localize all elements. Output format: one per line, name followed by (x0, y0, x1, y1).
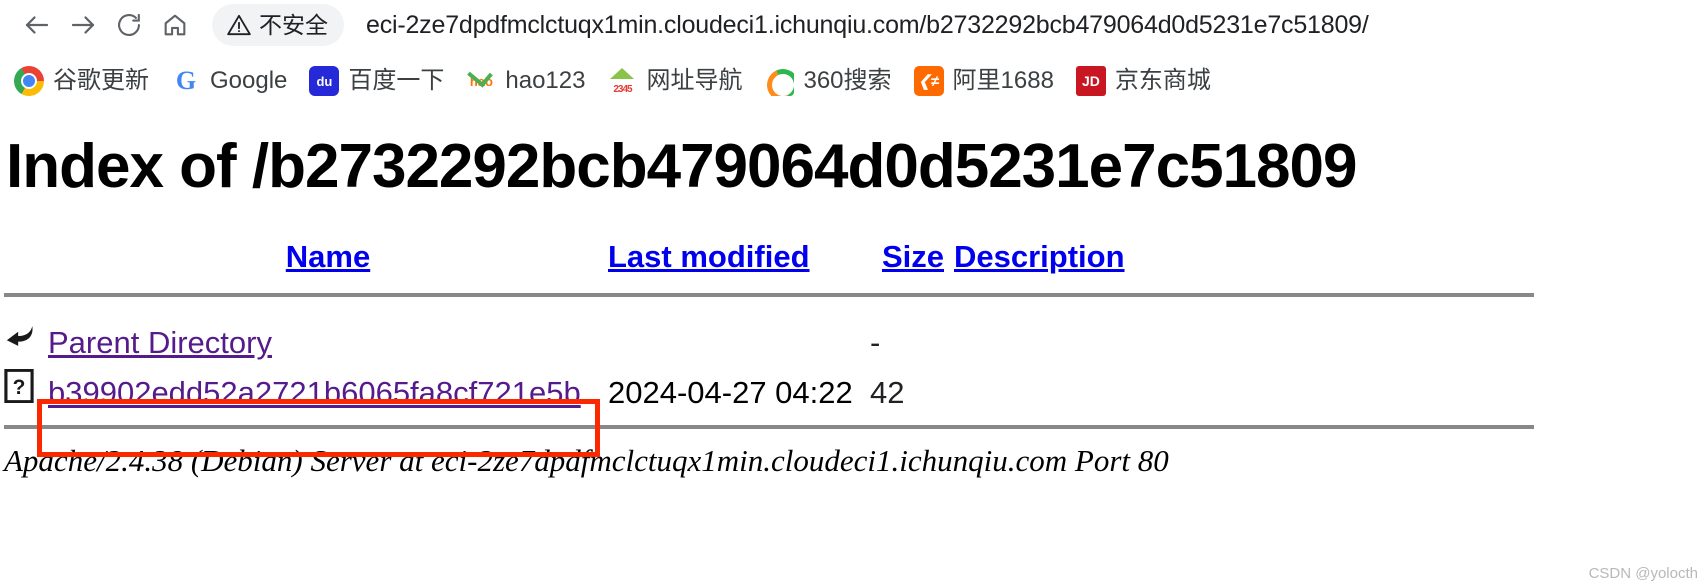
sort-by-name-link[interactable]: Name (286, 239, 370, 274)
header-icon-spacer (4, 239, 48, 287)
watermark: CSDN @yolocth (1588, 565, 1698, 582)
row-date-cell: 2024-04-27 04:22 (608, 375, 853, 411)
directory-table: Name Last modified Size Description Pare… (4, 239, 1534, 439)
column-header-description[interactable]: Description (954, 239, 1534, 287)
server-signature: Apache/2.4.38 (Debian) Server at eci-2ze… (4, 443, 1169, 479)
horizontal-rule (4, 293, 1534, 298)
bookmark-label: 360搜索 (803, 67, 892, 94)
jd-icon: JD (1075, 66, 1106, 96)
parent-directory-icon (4, 319, 38, 353)
directory-listing: Name Last modified Size Description Pare… (4, 239, 1708, 439)
baidu-icon: du (309, 66, 340, 96)
bookmark-label: 谷歌更新 (53, 67, 149, 94)
bookmark-jd[interactable]: JD 京东商城 (1068, 62, 1225, 100)
row-icon-cell: ? (4, 361, 48, 411)
bookmark-label: Google (210, 67, 288, 94)
address-bar[interactable]: 不安全 eci-2ze7dpdfmclctuqx1min.cloudeci1.i… (212, 4, 1708, 46)
row-name-cell[interactable]: b39902edd52a2721b6065fa8cf721e5b (48, 361, 608, 411)
2345-navigation-icon: 2345 (607, 66, 638, 96)
file-link[interactable]: b39902edd52a2721b6065fa8cf721e5b (48, 375, 581, 410)
row-date-cell (608, 311, 870, 361)
row-name-cell[interactable]: Parent Directory (48, 311, 608, 361)
row-size-cell: - (870, 325, 881, 361)
alibaba-1688-icon: ❮≠ (913, 66, 944, 96)
bookmark-label: 百度一下 (348, 67, 445, 94)
unknown-file-icon: ? (4, 369, 38, 404)
bookmark-label: 阿里1688 (952, 67, 1054, 94)
sort-by-date-link[interactable]: Last modified (608, 239, 810, 274)
sort-by-size-link[interactable]: Size (882, 239, 944, 274)
svg-text:?: ? (13, 376, 26, 399)
hao123-icon: hao (466, 66, 496, 96)
warning-triangle-icon (227, 14, 251, 36)
row-size-cell: 42 (870, 375, 905, 411)
page-title: Index of /b2732292bcb479064d0d5231e7c518… (6, 132, 1358, 201)
header-rule-row (4, 287, 1534, 311)
back-arrow-glyph (6, 326, 33, 347)
row-description-cell (954, 311, 1534, 361)
bookmark-baidu[interactable]: du 百度一下 (301, 62, 458, 100)
bookmark-label: hao123 (505, 67, 586, 94)
parent-directory-link[interactable]: Parent Directory (48, 325, 272, 360)
bookmark-label: 网址导航 (646, 67, 743, 94)
browser-toolbar: 不安全 eci-2ze7dpdfmclctuqx1min.cloudeci1.i… (0, 0, 1708, 50)
bookmark-360-search[interactable]: 360搜索 (756, 62, 905, 100)
site-security-chip[interactable]: 不安全 (212, 4, 344, 46)
footer-rule-row (4, 411, 1534, 439)
google-icon: G (175, 66, 197, 95)
horizontal-rule (4, 425, 1534, 430)
sort-by-description-link[interactable]: Description (954, 239, 1125, 274)
chrome-icon (14, 66, 44, 96)
reload-button[interactable] (106, 2, 152, 48)
bookmark-alibaba-1688[interactable]: ❮≠ 阿里1688 (906, 62, 1068, 100)
back-arrow-icon (25, 16, 49, 34)
header-rule-cell (4, 287, 1534, 311)
home-button[interactable] (152, 2, 198, 48)
table-row: Parent Directory - (4, 311, 1534, 361)
bookmark-hao123[interactable]: hao hao123 (458, 62, 599, 100)
unknown-file-glyph: ? (4, 369, 34, 404)
table-row: ? b39902edd52a2721b6065fa8cf721e5b 2024-… (4, 361, 1534, 411)
home-icon (164, 14, 186, 36)
apache-index-page: Index of /b2732292bcb479064d0d5231e7c518… (0, 134, 1708, 479)
column-header-name[interactable]: Name (48, 239, 608, 287)
forward-button[interactable] (60, 2, 106, 48)
table-header-row: Name Last modified Size Description (4, 239, 1534, 287)
back-button[interactable] (14, 2, 60, 48)
bookmark-2345-navigation[interactable]: 2345 网址导航 (599, 62, 756, 100)
bookmark-label: 京东商城 (1114, 67, 1211, 94)
bookmark-chrome-update[interactable]: 谷歌更新 (6, 62, 163, 100)
forward-arrow-icon (71, 16, 95, 34)
row-icon-cell (4, 311, 48, 361)
column-header-size[interactable]: Size (870, 239, 954, 287)
reload-icon (118, 13, 140, 36)
security-label: 不安全 (259, 11, 328, 38)
bookmark-google[interactable]: G Google (163, 62, 301, 100)
footer-rule-cell (4, 411, 1534, 439)
column-header-last-modified[interactable]: Last modified (608, 239, 870, 287)
360-search-icon (764, 66, 795, 96)
bookmarks-bar: 谷歌更新 G Google du 百度一下 hao hao123 2345 网址… (0, 50, 1708, 112)
url-text[interactable]: eci-2ze7dpdfmclctuqx1min.cloudeci1.ichun… (366, 11, 1369, 40)
row-description-cell (954, 361, 1534, 411)
